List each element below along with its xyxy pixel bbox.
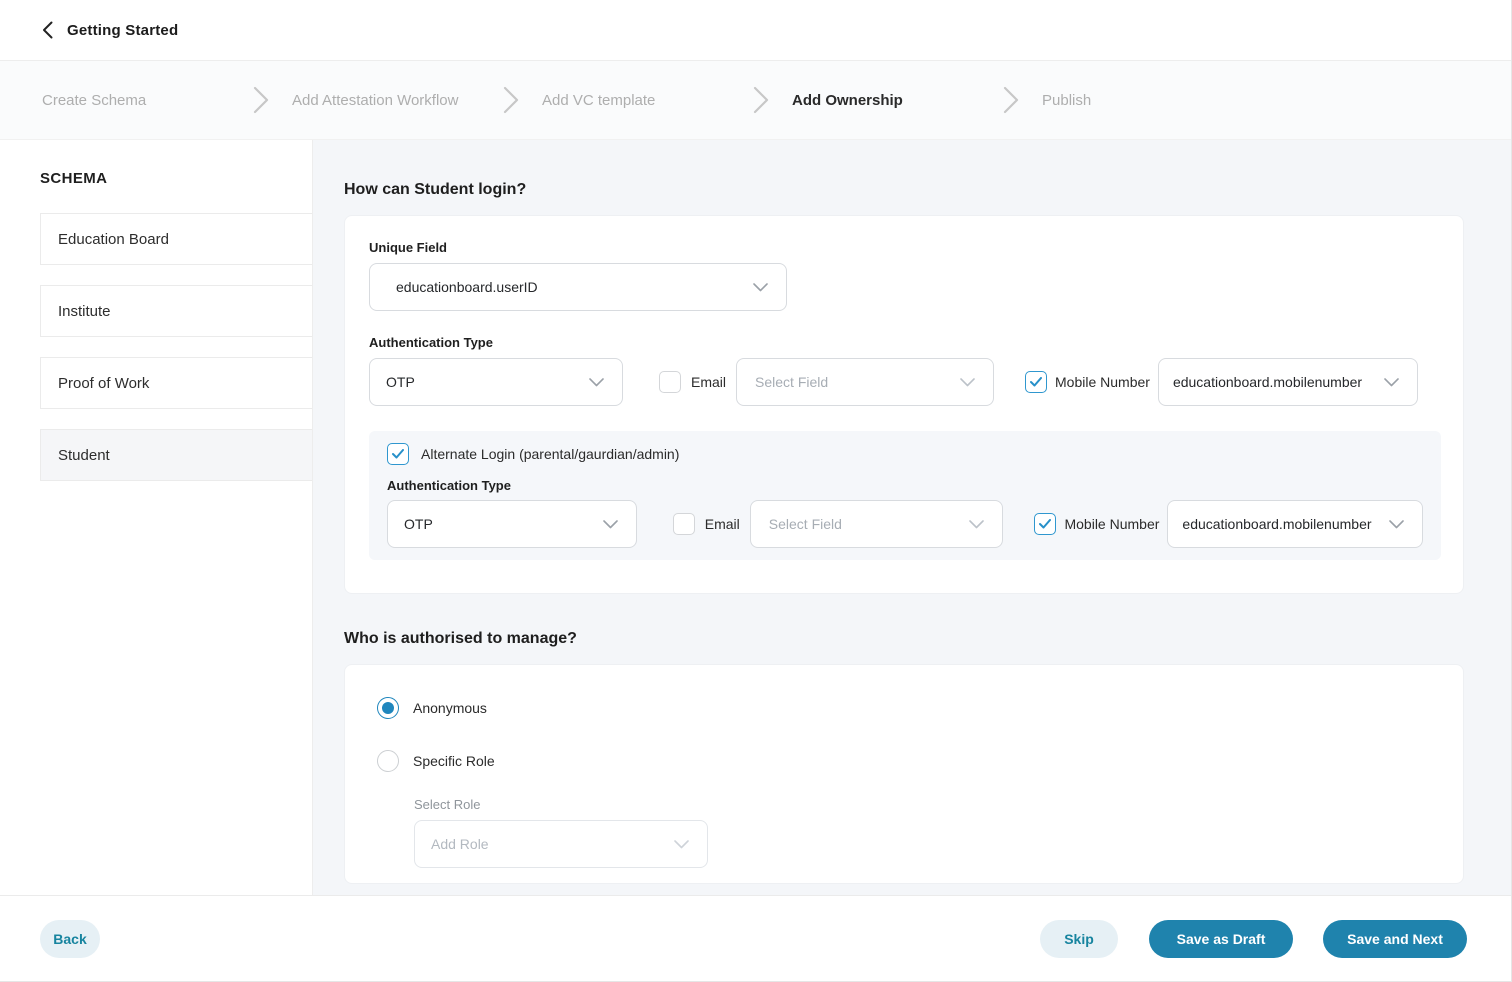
step-add-ownership[interactable]: Add Ownership xyxy=(792,92,1042,109)
chevron-left-icon xyxy=(42,21,53,39)
auth-type-value: OTP xyxy=(386,374,415,390)
step-label: Publish xyxy=(1042,92,1091,109)
mobile-number-field-select[interactable]: educationboard.mobilenumber xyxy=(1158,358,1418,406)
auth-type-row: OTP Email Select Field xyxy=(369,358,1439,406)
select-role-label: Select Role xyxy=(414,797,1439,812)
anonymous-radio[interactable] xyxy=(377,697,399,719)
chevron-down-icon xyxy=(664,840,689,849)
chevron-down-icon xyxy=(579,378,604,387)
chevron-right-icon xyxy=(753,86,769,114)
mobile-number-checkbox-label: Mobile Number xyxy=(1055,374,1150,390)
sidebar-item-label: Education Board xyxy=(58,231,169,248)
radio-dot xyxy=(382,702,394,714)
page-header: Getting Started xyxy=(0,0,1511,61)
anonymous-radio-label: Anonymous xyxy=(413,700,487,716)
back-button[interactable]: Back xyxy=(40,920,100,958)
alternate-login-section: Alternate Login (parental/gaurdian/admin… xyxy=(369,431,1441,560)
sidebar-item-institute[interactable]: Institute xyxy=(40,285,312,337)
chevron-down-icon xyxy=(743,283,768,292)
sidebar-heading: SCHEMA xyxy=(40,170,312,187)
sidebar-item-list: Education Board Institute Proof of Work … xyxy=(0,213,312,481)
chevron-down-icon xyxy=(1379,520,1404,529)
alternate-login-checkbox[interactable] xyxy=(387,443,409,465)
step-label: Add VC template xyxy=(542,92,655,109)
alt-mobile-number-checkbox-label: Mobile Number xyxy=(1064,516,1159,532)
main-content: How can Student login? Unique Field educ… xyxy=(313,140,1511,895)
save-and-next-button[interactable]: Save and Next xyxy=(1323,920,1467,958)
alt-email-field-select[interactable]: Select Field xyxy=(750,500,1004,548)
alt-mobile-number-field-value: educationboard.mobilenumber xyxy=(1182,516,1371,532)
specific-role-radio-option[interactable]: Specific Role xyxy=(377,750,1439,772)
chevron-down-icon xyxy=(959,520,984,529)
alt-auth-type-label: Authentication Type xyxy=(387,478,1423,493)
sidebar-item-label: Student xyxy=(58,447,110,464)
sidebar-item-label: Proof of Work xyxy=(58,375,149,392)
unique-field-select[interactable]: educationboard.userID xyxy=(369,263,787,311)
save-as-draft-button[interactable]: Save as Draft xyxy=(1149,920,1293,958)
email-checkbox-label: Email xyxy=(691,374,726,390)
alt-email-checkbox[interactable] xyxy=(673,513,695,535)
manage-settings-card: Anonymous Specific Role Select Role Add … xyxy=(344,664,1464,884)
alt-email-checkbox-label: Email xyxy=(705,516,740,532)
unique-field-value: educationboard.userID xyxy=(396,279,538,295)
email-field-select[interactable]: Select Field xyxy=(736,358,994,406)
step-label: Add Attestation Workflow xyxy=(292,92,458,109)
sidebar-item-education-board[interactable]: Education Board xyxy=(40,213,312,265)
alt-email-field-placeholder: Select Field xyxy=(769,516,842,532)
chevron-right-icon xyxy=(253,86,269,114)
sidebar-item-label: Institute xyxy=(58,303,111,320)
wizard-stepper: Create Schema Add Attestation Workflow A… xyxy=(0,61,1511,140)
sidebar-item-student[interactable]: Student xyxy=(40,429,312,481)
login-section-heading: How can Student login? xyxy=(344,181,1511,199)
auth-type-select[interactable]: OTP xyxy=(369,358,623,406)
back-navigation-button[interactable] xyxy=(42,21,53,39)
chevron-right-icon xyxy=(503,86,519,114)
auth-type-label: Authentication Type xyxy=(369,335,1439,350)
alt-auth-type-value: OTP xyxy=(404,516,433,532)
add-role-select[interactable]: Add Role xyxy=(414,820,708,868)
chevron-down-icon xyxy=(1374,378,1399,387)
chevron-down-icon xyxy=(593,520,618,529)
mobile-number-field-value: educationboard.mobilenumber xyxy=(1173,374,1362,390)
alt-mobile-number-checkbox[interactable] xyxy=(1034,513,1056,535)
step-label: Create Schema xyxy=(42,92,146,109)
step-add-attestation-workflow[interactable]: Add Attestation Workflow xyxy=(292,92,542,109)
alt-auth-type-select[interactable]: OTP xyxy=(387,500,637,548)
page-title: Getting Started xyxy=(67,22,178,39)
step-label: Add Ownership xyxy=(792,92,903,109)
chevron-down-icon xyxy=(950,378,975,387)
sidebar-item-proof-of-work[interactable]: Proof of Work xyxy=(40,357,312,409)
email-field-placeholder: Select Field xyxy=(755,374,828,390)
chevron-right-icon xyxy=(1003,86,1019,114)
anonymous-radio-option[interactable]: Anonymous xyxy=(377,697,1439,719)
app-window: Getting Started Create Schema Add Attest… xyxy=(0,0,1512,982)
footer-action-bar: Back Skip Save as Draft Save and Next xyxy=(0,895,1511,981)
step-create-schema[interactable]: Create Schema xyxy=(42,92,292,109)
login-settings-card: Unique Field educationboard.userID Authe… xyxy=(344,215,1464,594)
specific-role-radio-label: Specific Role xyxy=(413,753,495,769)
mobile-number-checkbox[interactable] xyxy=(1025,371,1047,393)
select-role-block: Select Role Add Role xyxy=(414,797,1439,868)
alt-mobile-number-field-select[interactable]: educationboard.mobilenumber xyxy=(1167,500,1423,548)
email-checkbox[interactable] xyxy=(659,371,681,393)
skip-button[interactable]: Skip xyxy=(1040,920,1118,958)
step-add-vc-template[interactable]: Add VC template xyxy=(542,92,792,109)
alternate-login-label: Alternate Login (parental/gaurdian/admin… xyxy=(421,446,679,462)
step-publish[interactable]: Publish xyxy=(1042,92,1292,109)
add-role-placeholder: Add Role xyxy=(431,836,489,852)
schema-sidebar: SCHEMA Education Board Institute Proof o… xyxy=(0,140,313,895)
alt-auth-type-row: OTP Email Select Field xyxy=(387,500,1423,548)
unique-field-label: Unique Field xyxy=(369,240,1439,255)
specific-role-radio[interactable] xyxy=(377,750,399,772)
manage-section-heading: Who is authorised to manage? xyxy=(344,630,1511,648)
